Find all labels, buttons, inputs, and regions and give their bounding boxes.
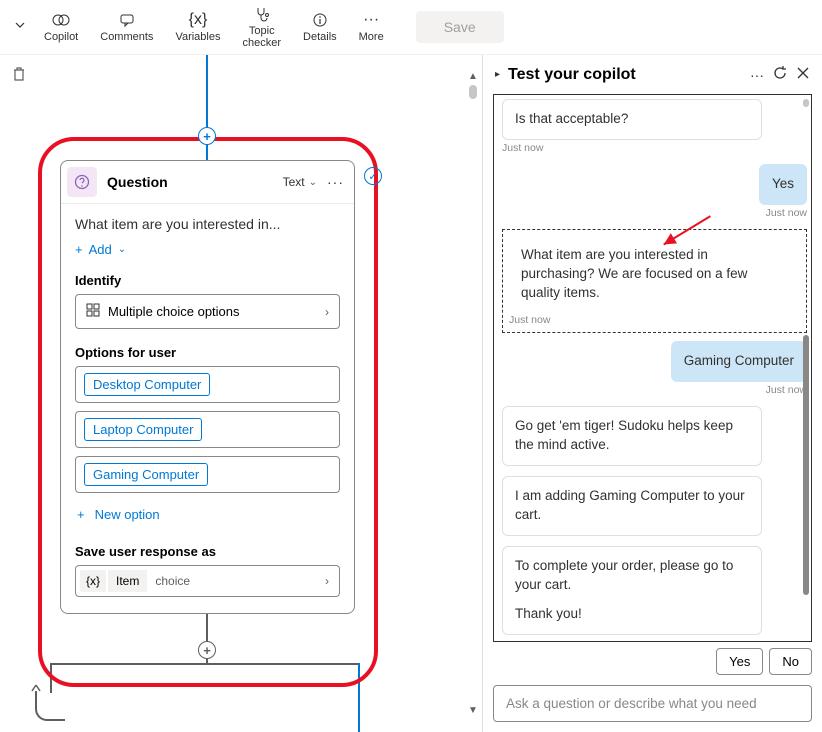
- chevron-down-toggle[interactable]: [8, 8, 32, 46]
- variable-icon: {x}: [80, 570, 106, 592]
- copilot-button[interactable]: Copilot: [34, 7, 88, 47]
- variables-label: Variables: [175, 31, 220, 43]
- comments-label: Comments: [100, 31, 153, 43]
- chevron-down-icon: ⌄: [118, 244, 126, 255]
- question-node[interactable]: ✓ Question Text ⌄ ··· What item are you …: [60, 160, 355, 614]
- timestamp: Just now: [509, 314, 800, 326]
- scrollbar-thumb[interactable]: [803, 99, 809, 107]
- scroll-down-icon[interactable]: ▼: [468, 705, 478, 716]
- check-icon: ✓: [364, 167, 382, 185]
- save-button: Save: [416, 11, 504, 43]
- question-prompt[interactable]: What item are you interested in...: [75, 216, 340, 232]
- bot-message: Go get 'em tiger! Sudoku helps keep the …: [502, 406, 762, 466]
- flow-connector: [206, 55, 208, 161]
- arrow-up-icon: [30, 683, 42, 695]
- timestamp: Just now: [502, 142, 807, 154]
- more-icon: ···: [363, 11, 379, 29]
- canvas-scrollbar[interactable]: ▲ ▼: [466, 85, 480, 702]
- toolbar: Copilot Comments {x} Variables Topicchec…: [0, 0, 822, 55]
- bot-message: Is that acceptable?: [502, 99, 762, 140]
- quick-replies: Yes No: [483, 642, 822, 681]
- reply-no-button[interactable]: No: [769, 648, 812, 675]
- chevron-right-icon: ›: [325, 574, 335, 588]
- stethoscope-icon: [254, 5, 270, 23]
- add-message-button[interactable]: + Add ⌄: [75, 242, 340, 257]
- user-message: Gaming Computer: [671, 341, 807, 382]
- topic-checker-button[interactable]: Topicchecker: [232, 1, 291, 53]
- canvas[interactable]: + ✓ Question Text ⌄ ··· What item are yo…: [0, 55, 482, 732]
- scrollbar-thumb[interactable]: [803, 335, 809, 595]
- option-item[interactable]: Desktop Computer: [75, 366, 340, 403]
- flow-branch: [50, 663, 360, 665]
- question-icon: [67, 167, 97, 197]
- node-title: Question: [107, 174, 283, 190]
- reply-yes-button[interactable]: Yes: [716, 648, 763, 675]
- timestamp: Just now: [502, 207, 807, 219]
- chevron-down-icon[interactable]: ⌄: [309, 177, 317, 188]
- timestamp: Just now: [502, 384, 807, 396]
- chat-transcript[interactable]: Is that acceptable? Just now Yes Just no…: [493, 94, 812, 642]
- chat-input[interactable]: Ask a question or describe what you need: [493, 685, 812, 722]
- flow-connector: [358, 663, 360, 732]
- details-label: Details: [303, 31, 337, 43]
- trash-icon[interactable]: [10, 65, 28, 88]
- plus-icon: +: [77, 507, 85, 522]
- variables-icon: {x}: [189, 11, 208, 29]
- new-option-button[interactable]: + New option: [75, 501, 340, 528]
- refresh-icon[interactable]: [772, 65, 788, 84]
- more-icon[interactable]: ···: [750, 67, 764, 83]
- copilot-icon: [52, 11, 70, 29]
- close-icon[interactable]: [796, 66, 810, 83]
- loop-back-path: [35, 691, 65, 721]
- collapse-icon[interactable]: ▸: [495, 69, 500, 80]
- details-button[interactable]: Details: [293, 7, 347, 47]
- info-icon: [312, 11, 328, 29]
- text-mode-label[interactable]: Text: [283, 175, 305, 189]
- flow-branch: [50, 663, 52, 693]
- options-label: Options for user: [75, 345, 340, 360]
- scroll-up-icon[interactable]: ▲: [468, 71, 478, 82]
- test-panel: ▸ Test your copilot ··· Is that acceptab…: [482, 55, 822, 732]
- variable-name: Item: [108, 570, 147, 592]
- bot-message: To complete your order, please go to you…: [502, 546, 762, 635]
- option-item[interactable]: Gaming Computer: [75, 456, 340, 493]
- more-label: More: [359, 31, 384, 43]
- comments-button[interactable]: Comments: [90, 7, 163, 47]
- add-node-button[interactable]: +: [198, 641, 216, 659]
- variable-type: choice: [147, 570, 198, 592]
- more-button[interactable]: ··· More: [349, 7, 394, 47]
- add-node-button[interactable]: +: [198, 127, 216, 145]
- variables-button[interactable]: {x} Variables: [165, 7, 230, 47]
- bot-message: I am adding Gaming Computer to your cart…: [502, 476, 762, 536]
- node-header: Question Text ⌄ ···: [61, 161, 354, 204]
- tracked-message-group: What item are you interested in purchasi…: [502, 229, 807, 334]
- identify-value: Multiple choice options: [108, 304, 240, 319]
- plus-icon: +: [75, 242, 83, 257]
- variable-selector[interactable]: {x} Item choice ›: [75, 565, 340, 597]
- topic-checker-label: Topicchecker: [242, 25, 281, 49]
- copilot-label: Copilot: [44, 31, 78, 43]
- grid-icon: [86, 303, 100, 320]
- identify-selector[interactable]: Multiple choice options ›: [75, 294, 340, 329]
- comments-icon: [119, 11, 135, 29]
- node-more-icon[interactable]: ···: [327, 174, 344, 190]
- user-message: Yes: [759, 164, 807, 205]
- bot-message: What item are you interested in purchasi…: [509, 236, 769, 313]
- save-response-label: Save user response as: [75, 544, 340, 559]
- option-item[interactable]: Laptop Computer: [75, 411, 340, 448]
- scrollbar-thumb[interactable]: [469, 85, 477, 99]
- test-panel-title: Test your copilot: [508, 66, 742, 84]
- identify-label: Identify: [75, 273, 340, 288]
- chevron-right-icon: ›: [325, 305, 329, 319]
